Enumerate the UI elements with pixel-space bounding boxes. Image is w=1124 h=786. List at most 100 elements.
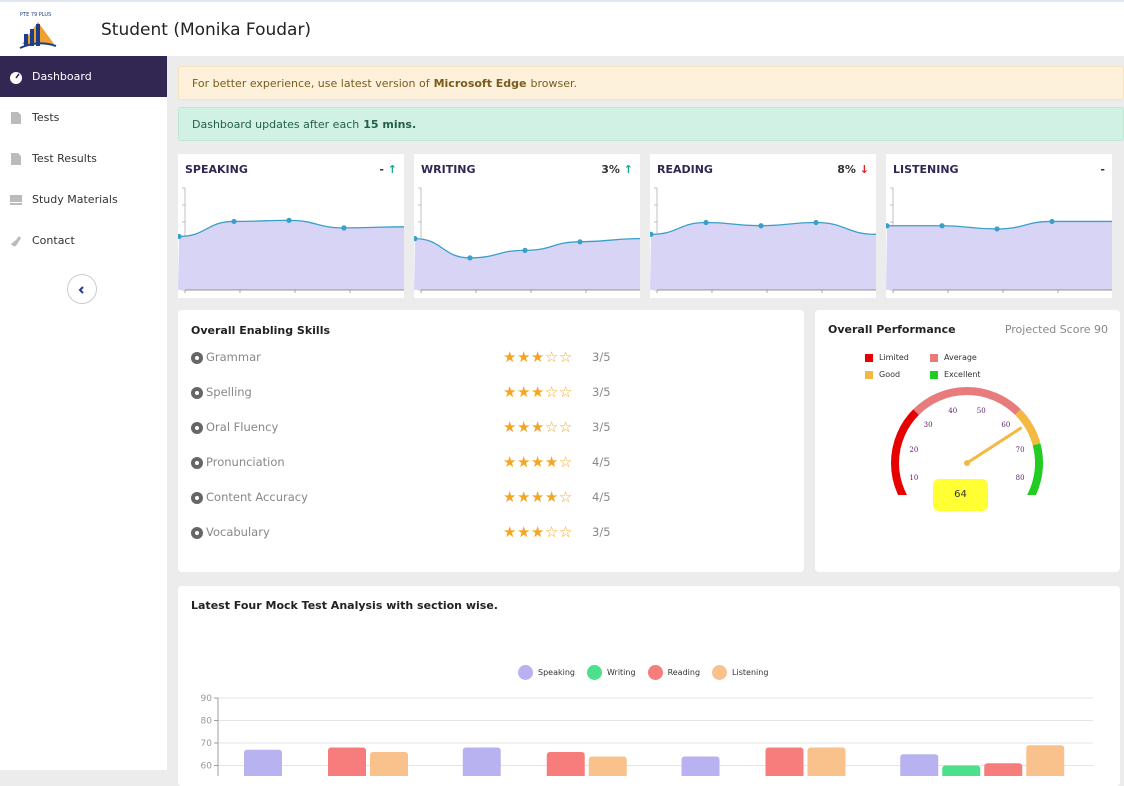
projected-score: Projected Score 90 xyxy=(1004,323,1108,336)
star-filled-icon: ★ xyxy=(503,383,517,401)
enabling-skills-card: Overall Enabling Skills Grammar ★★★☆☆ 3/5 S… xyxy=(178,310,804,572)
star-empty-icon: ☆ xyxy=(558,453,573,471)
bar-listening xyxy=(588,756,627,776)
chart-title: WRITING xyxy=(421,163,476,176)
star-filled-icon: ★ xyxy=(516,523,531,541)
data-point xyxy=(994,226,1000,232)
chart-delta: 8% ↓ xyxy=(837,163,869,176)
sidebar-item-contact[interactable]: Contact xyxy=(0,220,167,261)
score-gauge: 0102030405060708090 xyxy=(891,387,1043,495)
arrow-up-icon: ↑ xyxy=(623,163,633,176)
data-point xyxy=(467,255,473,261)
data-point xyxy=(577,239,583,245)
star-empty-icon: ☆ xyxy=(558,488,573,506)
top-bar: PTE 79 PLUS Student (Monika Foudar) xyxy=(0,0,1124,56)
skill-score: 3/5 xyxy=(592,525,611,539)
card-title: Overall Performance xyxy=(828,323,956,336)
chart-title: READING xyxy=(657,163,713,176)
sidebar-item-dashboard[interactable]: Dashboard xyxy=(0,56,167,97)
star-filled-icon: ★ xyxy=(530,453,545,471)
area-fill xyxy=(414,238,640,290)
gauge-tick-label: 60 xyxy=(1001,421,1010,429)
star-rating: ★★★☆☆ xyxy=(503,348,573,366)
update-notice: Dashboard updates after each 15 mins. xyxy=(178,107,1124,141)
star-empty-icon: ☆ xyxy=(558,523,573,541)
chart-legend: Speaking Writing Reading Listening xyxy=(518,665,780,680)
overall-performance-card: Overall Performance Projected Score 90 L… xyxy=(815,310,1120,572)
sidebar-item-label: Contact xyxy=(32,234,75,247)
y-tick-label: 80 xyxy=(201,717,213,727)
legend-speaking[interactable]: Speaking xyxy=(518,665,575,680)
data-point xyxy=(939,223,945,229)
sidebar-item-label: Tests xyxy=(32,111,60,124)
book-icon xyxy=(9,193,23,207)
star-empty-icon: ☆ xyxy=(558,383,573,401)
notice-text-end: browser. xyxy=(530,76,578,90)
bar-writing xyxy=(942,765,981,776)
legend-average: Average xyxy=(930,353,977,362)
sidebar-item-study-materials[interactable]: Study Materials xyxy=(0,179,167,220)
speaking-chart: SPEAKING - ↑ xyxy=(178,154,404,298)
sidebar: Dashboard Tests Test Results Study Mater… xyxy=(0,56,167,770)
file-icon xyxy=(9,111,23,125)
chevron-left-icon xyxy=(77,280,87,299)
card-title: Latest Four Mock Test Analysis with sect… xyxy=(191,599,498,612)
star-filled-icon: ★ xyxy=(503,523,517,541)
star-filled-icon: ★ xyxy=(503,488,517,506)
bullet-icon xyxy=(191,387,203,399)
chart-delta: - ↑ xyxy=(379,163,397,176)
bullet-icon xyxy=(191,352,203,364)
skill-score: 4/5 xyxy=(592,455,611,469)
dashboard-icon xyxy=(9,70,23,84)
logo[interactable]: PTE 79 PLUS xyxy=(14,10,60,52)
skill-score: 3/5 xyxy=(592,350,611,364)
card-title: Overall Enabling Skills xyxy=(191,324,331,337)
y-tick-label: 90 xyxy=(201,694,213,704)
bar-listening xyxy=(1026,745,1065,776)
gauge-tick-label: 20 xyxy=(909,446,918,454)
sidebar-item-tests[interactable]: Tests xyxy=(0,97,167,138)
legend-limited: Limited xyxy=(865,353,909,362)
area-fill xyxy=(650,222,876,290)
legend-reading[interactable]: Reading xyxy=(647,665,700,680)
star-empty-icon: ☆ xyxy=(558,348,573,366)
sidebar-item-label: Study Materials xyxy=(32,193,118,206)
bar-reading xyxy=(546,752,585,776)
notice-browser-name: Microsoft Edge xyxy=(433,76,527,90)
area-fill xyxy=(886,221,1112,290)
sidebar-item-label: Test Results xyxy=(32,152,97,165)
bar-reading xyxy=(765,747,804,776)
data-point xyxy=(703,219,709,226)
star-empty-icon: ☆ xyxy=(558,418,573,436)
file-icon xyxy=(9,152,23,166)
y-tick-label: 70 xyxy=(201,739,213,749)
bullet-icon xyxy=(191,492,203,504)
sidebar-collapse-button[interactable] xyxy=(67,274,97,304)
star-filled-icon: ★ xyxy=(530,488,545,506)
gauge-tick-label: 50 xyxy=(977,407,986,415)
star-filled-icon: ★ xyxy=(530,348,545,366)
legend-listening[interactable]: Listening xyxy=(712,665,768,680)
star-filled-icon: ★ xyxy=(503,418,517,436)
star-filled-icon: ★ xyxy=(530,523,545,541)
phone-icon xyxy=(9,234,23,248)
writing-chart: WRITING 3% ↑ xyxy=(414,154,640,298)
skill-label: Grammar xyxy=(206,350,261,364)
data-point xyxy=(286,217,292,223)
skill-row: Vocabulary ★★★☆☆ 3/5 xyxy=(191,523,791,545)
skill-label: Pronunciation xyxy=(206,455,285,469)
bullet-icon xyxy=(191,422,203,434)
legend-writing[interactable]: Writing xyxy=(586,665,636,680)
score-bubble: 64 xyxy=(933,479,988,511)
bullet-icon xyxy=(191,527,203,539)
data-point xyxy=(522,247,528,253)
notice-text: For better experience, use latest versio… xyxy=(192,76,430,90)
data-point xyxy=(231,218,237,225)
star-filled-icon: ★ xyxy=(516,383,531,401)
sidebar-item-test-results[interactable]: Test Results xyxy=(0,138,167,179)
skill-label: Spelling xyxy=(206,385,252,399)
data-point xyxy=(341,225,347,231)
bullet-icon xyxy=(191,457,203,469)
update-interval: 15 mins. xyxy=(363,117,417,131)
chart-delta: - xyxy=(1100,163,1105,176)
